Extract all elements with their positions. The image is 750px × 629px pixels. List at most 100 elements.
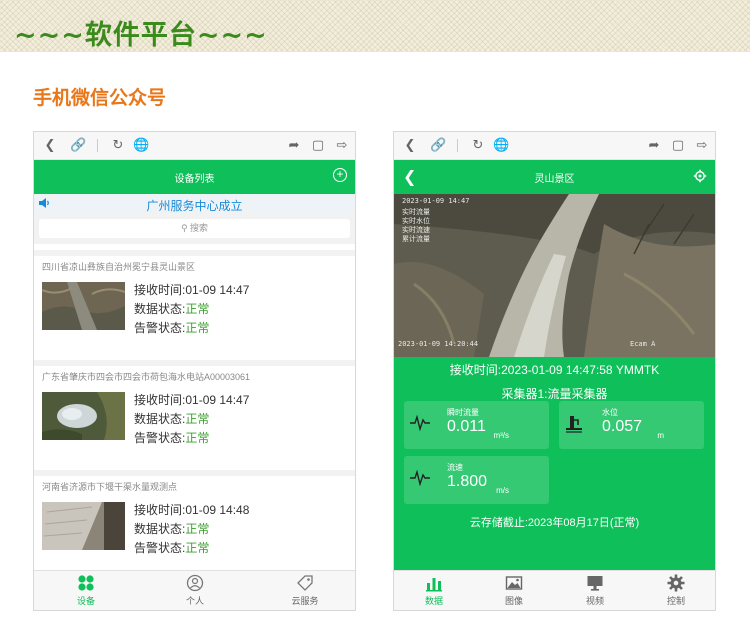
alarm-status-label: 告警状态:: [134, 431, 186, 445]
metric-card-flow[interactable]: 瞬时流量 0.011 m³/s: [404, 401, 549, 449]
bar-chart-icon: [426, 578, 442, 592]
alarm-status: 正常: [185, 541, 210, 555]
search-placeholder: 搜索: [190, 223, 209, 233]
tag-icon: [297, 575, 313, 591]
metric-card-velocity[interactable]: 流速 1.800 m/s: [404, 456, 549, 504]
alarm-status-label: 告警状态:: [134, 321, 186, 335]
bottom-tabbar: 设备 个人 云服务: [34, 570, 355, 610]
device-thumbnail[interactable]: [42, 282, 125, 330]
data-status-row: 数据状态:正常: [134, 300, 249, 319]
recv-time: 01-09 14:47: [185, 283, 250, 297]
alarm-status: 正常: [185, 431, 210, 445]
device-info: 接收时间:01-09 14:48 数据状态:正常 告警状态:正常: [134, 501, 249, 558]
toolbar-divider: [457, 139, 458, 152]
banner-title: ~~~软件平台~~~: [14, 20, 268, 51]
metric-unit: m³/s: [493, 431, 509, 440]
metric-label: 水位: [602, 408, 618, 417]
device-card[interactable]: 河南省济源市下堰干渠水量观测点 接收时间:01-09 14:48 数据状态:正常…: [34, 470, 355, 575]
recv-label: 接收时间:: [134, 503, 186, 517]
collector-name: 采集器1:流量采集器: [501, 387, 608, 401]
refresh-icon[interactable]: ↻: [110, 137, 126, 153]
data-panel: 接收时间:2023-01-09 14:47:58 YMMTK 采集器1:流量采集…: [394, 357, 715, 575]
monitor-icon: [587, 576, 603, 591]
metric-unit: m: [657, 431, 664, 440]
tab-label: 图像: [504, 596, 523, 606]
tab-video[interactable]: 视频: [555, 574, 635, 607]
metric-label: 瞬时流量: [447, 408, 479, 417]
gear-icon: [667, 574, 685, 592]
tab-devices[interactable]: 设备: [46, 574, 126, 607]
add-icon[interactable]: +: [333, 168, 347, 182]
device-thumbnail[interactable]: [42, 502, 125, 550]
recv-label: 接收时间:: [134, 393, 186, 407]
settings-icon[interactable]: [693, 169, 707, 183]
back-icon[interactable]: ❮: [42, 137, 58, 153]
data-status-label: 数据状态:: [134, 522, 186, 536]
search-bar: ⚲ 搜索: [34, 214, 355, 244]
link-icon[interactable]: 🔗: [70, 137, 86, 153]
notice-bar: 广州服务中心成立: [34, 194, 355, 214]
recv-time: 01-09 14:47: [185, 393, 250, 407]
device-title: 广东省肇庆市四会市四会市荷包海水电站A00003061: [42, 372, 251, 382]
user-icon: [186, 574, 204, 592]
globe-icon[interactable]: 🌐: [133, 137, 149, 153]
device-title: 四川省凉山彝族自治州冕宁县灵山景区: [42, 262, 196, 272]
recv-time-row: 接收时间:01-09 14:47: [134, 281, 249, 300]
tab-image[interactable]: 图像: [474, 574, 554, 607]
share-icon[interactable]: ➦: [286, 137, 302, 153]
metric-value: 1.800: [447, 473, 488, 490]
data-status: 正常: [185, 522, 210, 536]
header-title: 灵山景区: [534, 174, 575, 185]
data-status: 正常: [185, 302, 210, 316]
data-status-label: 数据状态:: [134, 412, 186, 426]
metric-value: 0.011: [447, 418, 486, 435]
search-icon: ⚲: [180, 223, 188, 233]
video-timestamp: 2023-01-09 14:47: [402, 197, 470, 205]
data-status-row: 数据状态:正常: [134, 520, 249, 539]
metric-value: 0.057: [602, 418, 643, 435]
toolbar-divider: [97, 139, 98, 152]
tab-personal[interactable]: 个人: [155, 574, 235, 607]
browser-toolbar: ❮ 🔗 ↻ 🌐 ➦ ▢ ⇨: [34, 132, 355, 160]
data-status: 正常: [185, 412, 210, 426]
globe-icon[interactable]: 🌐: [493, 137, 509, 153]
share-icon[interactable]: ➦: [646, 137, 662, 153]
alarm-status-row: 告警状态:正常: [134, 539, 249, 558]
device-info: 接收时间:01-09 14:47 数据状态:正常 告警状态:正常: [134, 391, 249, 448]
wave-icon: [410, 415, 430, 431]
metric-card-level[interactable]: 水位 0.057 m: [559, 401, 704, 449]
metric-unit: m/s: [496, 486, 509, 495]
recv-label: 接收时间:: [134, 283, 186, 297]
section-title: 手机微信公众号: [33, 87, 167, 109]
tab-label: 云服务: [291, 596, 319, 606]
alarm-status-row: 告警状态:正常: [134, 319, 249, 338]
data-status-row: 数据状态:正常: [134, 410, 249, 429]
tab-label: 数据: [424, 596, 443, 606]
exit-icon[interactable]: ⇨: [334, 137, 350, 153]
tab-cloud-service[interactable]: 云服务: [265, 574, 345, 607]
notice-text[interactable]: 广州服务中心成立: [34, 197, 355, 214]
alarm-status-label: 告警状态:: [134, 541, 186, 555]
wave-icon: [410, 470, 430, 486]
box-icon[interactable]: ▢: [310, 137, 326, 153]
tab-label: 个人: [185, 596, 204, 606]
back-icon[interactable]: ❮: [402, 137, 418, 153]
camera-snapshot[interactable]: 2023-01-09 14:47 实时流量 实时水位 实时流速 累计流量 202…: [394, 194, 715, 357]
grid-icon: [78, 575, 94, 591]
link-icon[interactable]: 🔗: [430, 137, 446, 153]
exit-icon[interactable]: ⇨: [694, 137, 710, 153]
data-status-label: 数据状态:: [134, 302, 186, 316]
video-bottom-right: Ecam A: [630, 340, 656, 348]
search-input[interactable]: ⚲ 搜索: [39, 219, 350, 238]
alarm-status: 正常: [185, 321, 210, 335]
tab-data[interactable]: 数据: [394, 574, 474, 607]
device-card[interactable]: 广东省肇庆市四会市四会市荷包海水电站A00003061 接收时间:01-09 1…: [34, 360, 355, 465]
device-thumbnail[interactable]: [42, 392, 125, 440]
gauge-icon: [566, 416, 582, 433]
receive-time: 接收时间:2023-01-09 14:47:58 YMMTK: [449, 363, 660, 377]
tab-control[interactable]: 控制: [636, 574, 715, 607]
box-icon[interactable]: ▢: [670, 137, 686, 153]
device-card[interactable]: 四川省凉山彝族自治州冕宁县灵山景区 接收时间:01-09 14:47 数据状态:…: [34, 250, 355, 355]
refresh-icon[interactable]: ↻: [470, 137, 486, 153]
app-header: 设备列表 +: [34, 160, 355, 194]
